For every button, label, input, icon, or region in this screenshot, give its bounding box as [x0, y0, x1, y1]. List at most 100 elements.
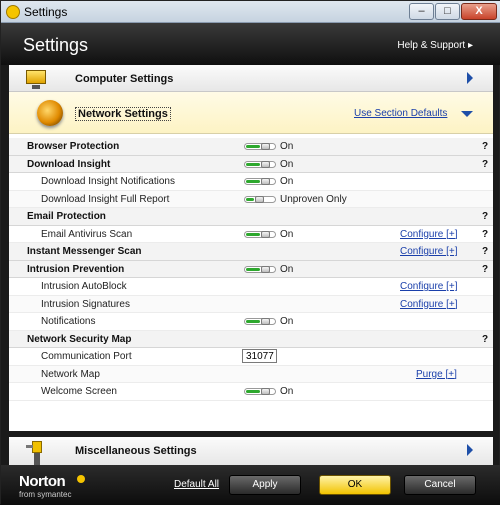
toggle-switch[interactable]: [244, 178, 276, 185]
section-title-computer: Computer Settings: [75, 73, 174, 85]
ok-button[interactable]: OK: [319, 475, 391, 495]
chevron-down-icon[interactable]: [461, 111, 473, 117]
toggle-value: Unproven Only: [280, 193, 347, 205]
toggle-switch[interactable]: [244, 230, 276, 238]
help-icon[interactable]: ?: [482, 264, 488, 275]
help-icon[interactable]: ?: [482, 229, 488, 240]
minimize-button[interactable]: –: [409, 3, 434, 20]
apply-button[interactable]: Apply: [229, 475, 301, 495]
configure-link[interactable]: Configure [+]: [400, 281, 458, 292]
toggle-switch[interactable]: [244, 160, 276, 168]
toggle-switch[interactable]: [244, 195, 276, 203]
row-download-insight-notifications: Download Insight Notifications On: [9, 173, 493, 191]
row-instant-messenger-scan: Instant Messenger Scan Configure [+] ?: [9, 243, 493, 261]
row-welcome-screen: Welcome Screen On: [9, 383, 493, 401]
close-button[interactable]: X: [461, 3, 497, 20]
row-download-insight-full-report: Download Insight Full Report Unproven On…: [9, 190, 493, 208]
toggle-value: On: [280, 141, 294, 152]
footer-bar: Norton from symantec Default All Apply O…: [1, 465, 500, 505]
configure-link[interactable]: Configure [+]: [400, 229, 458, 240]
logo-subtitle: from symantec: [19, 490, 72, 499]
section-computer-settings[interactable]: Computer Settings: [9, 65, 493, 92]
row-email-protection: Email Protection ?: [9, 208, 493, 226]
row-notifications: Notifications On: [9, 313, 493, 331]
toggle-knob[interactable]: [261, 318, 270, 325]
toggle-fill: [246, 320, 260, 323]
toggle-fill: [246, 267, 260, 271]
row-intrusion-prevention: Intrusion Prevention On ?: [9, 260, 493, 278]
row-label: Email Protection: [27, 211, 106, 222]
chevron-right-icon[interactable]: [467, 444, 473, 456]
row-label: Network Map: [41, 368, 100, 380]
toggle-fill: [246, 197, 254, 201]
help-icon[interactable]: ?: [482, 246, 488, 257]
section-title-network: Network Settings: [75, 107, 171, 121]
toggle-knob[interactable]: [261, 160, 270, 168]
globe-icon: [37, 100, 63, 126]
configure-link[interactable]: Configure [+]: [400, 299, 458, 310]
row-label: Network Security Map: [27, 333, 132, 345]
toggle-switch[interactable]: [244, 143, 276, 150]
norton-check-icon: [77, 475, 85, 483]
row-communication-port: Communication Port 31077: [9, 348, 493, 366]
settings-window: Settings – □ X Settings Help & Support ▸…: [0, 0, 500, 505]
row-label: Intrusion Prevention: [27, 263, 125, 275]
row-intrusion-autoblock: Intrusion AutoBlock Configure [+]: [9, 278, 493, 296]
toggle-knob[interactable]: [261, 388, 270, 395]
toggle-knob[interactable]: [261, 178, 270, 185]
title-bar: Settings – □ X: [1, 1, 500, 23]
chevron-right-icon[interactable]: [467, 72, 473, 84]
toggle-knob[interactable]: [261, 265, 270, 273]
help-support-link[interactable]: Help & Support ▸: [397, 40, 473, 51]
row-network-security-map: Network Security Map ?: [9, 330, 493, 348]
row-download-insight: Download Insight On ?: [9, 155, 493, 173]
help-icon[interactable]: ?: [482, 141, 488, 152]
row-label: Intrusion Signatures: [41, 298, 130, 310]
configure-link[interactable]: Configure [+]: [400, 246, 458, 257]
cancel-button[interactable]: Cancel: [404, 475, 476, 495]
row-email-antivirus-scan: Email Antivirus Scan On Configure [+] ?: [9, 226, 493, 243]
toggle-switch[interactable]: [244, 318, 276, 325]
default-all-link[interactable]: Default All: [174, 479, 219, 490]
maximize-button[interactable]: □: [435, 3, 460, 20]
help-icon[interactable]: ?: [482, 334, 488, 345]
drill-icon: [26, 441, 46, 465]
row-browser-protection: Browser Protection On ?: [9, 138, 493, 156]
row-network-map: Network Map Purge [+]: [9, 365, 493, 383]
page-title: Settings: [23, 35, 89, 55]
row-label: Welcome Screen: [41, 386, 117, 397]
help-icon[interactable]: ?: [482, 211, 488, 222]
toggle-knob[interactable]: [261, 143, 270, 150]
use-section-defaults-link[interactable]: Use Section Defaults: [354, 108, 447, 119]
row-label: Download Insight Notifications: [41, 176, 175, 187]
toggle-value: On: [280, 228, 294, 240]
communication-port-input[interactable]: 31077: [242, 349, 277, 363]
toggle-value: On: [280, 316, 294, 327]
section-network-settings[interactable]: Network Settings Use Section Defaults: [9, 92, 493, 134]
toggle-fill: [246, 162, 260, 166]
purge-link[interactable]: Purge [+]: [416, 369, 457, 380]
toggle-switch[interactable]: [244, 265, 276, 273]
toggle-knob[interactable]: [255, 195, 264, 203]
row-label: Communication Port: [41, 351, 132, 362]
toggle-value: On: [280, 158, 294, 170]
row-label: Download Insight: [27, 158, 111, 170]
toggle-value: On: [280, 386, 294, 397]
section-title-misc: Miscellaneous Settings: [75, 445, 197, 457]
toggle-fill: [246, 180, 260, 183]
row-label: Browser Protection: [27, 141, 120, 152]
toggle-fill: [246, 390, 260, 393]
row-label: Intrusion AutoBlock: [41, 281, 127, 292]
toggle-fill: [246, 145, 260, 148]
section-miscellaneous-settings[interactable]: Miscellaneous Settings: [9, 437, 493, 465]
toggle-fill: [246, 232, 260, 236]
toggle-knob[interactable]: [261, 230, 270, 238]
monitor-stand-icon: [32, 85, 40, 89]
toggle-value: On: [280, 176, 294, 187]
row-label: Instant Messenger Scan: [27, 246, 142, 257]
toggle-switch[interactable]: [244, 388, 276, 395]
toggle-value: On: [280, 263, 294, 275]
help-icon[interactable]: ?: [482, 159, 488, 170]
norton-app-icon: [6, 5, 20, 19]
row-label: Notifications: [41, 316, 96, 327]
